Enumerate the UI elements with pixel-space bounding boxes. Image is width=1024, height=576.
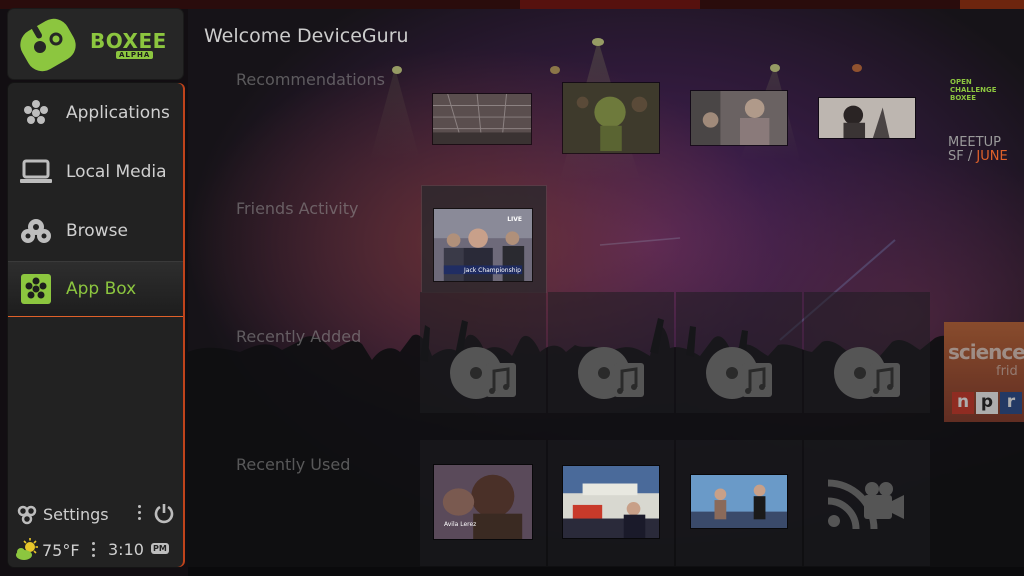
- meetup-line2: SF / JUNE: [948, 150, 1008, 164]
- music-file-icon[interactable]: [704, 345, 776, 401]
- sidebar-item-label: App Box: [66, 279, 137, 299]
- promo-logo-line: BOXEE: [950, 94, 976, 102]
- recently-used-thumbnail[interactable]: [562, 465, 660, 539]
- separator-dots: [138, 505, 142, 523]
- recommendation-thumbnail[interactable]: [562, 82, 660, 154]
- power-icon[interactable]: [153, 502, 175, 524]
- applications-icon: [18, 95, 54, 131]
- sidebar-item-applications[interactable]: Applications: [8, 85, 183, 141]
- meetup-line2-prefix: SF /: [948, 149, 977, 164]
- section-title-recently-added: Recently Added: [236, 327, 362, 346]
- sidebar-item-local-media[interactable]: Local Media: [8, 144, 183, 200]
- section-title-friends-activity: Friends Activity: [236, 199, 359, 218]
- recently-used-thumbnail[interactable]: Avila Lerez: [433, 464, 533, 540]
- promo-logo-line: CHALLENGE: [950, 86, 997, 94]
- page-title: Welcome DeviceGuru: [204, 25, 409, 47]
- clock: 3:10: [108, 540, 144, 559]
- meetup-line2-highlight: JUNE: [976, 149, 1008, 164]
- promo-logo-line: OPEN: [950, 78, 972, 86]
- sidebar-item-app-box[interactable]: App Box: [8, 261, 183, 317]
- brand-edition: ALPHA: [116, 51, 154, 59]
- ampm-badge: PM: [151, 543, 169, 554]
- npr-tile-dim: [944, 322, 1024, 422]
- separator-dots: [92, 542, 96, 560]
- sidebar-item-label: Local Media: [66, 162, 167, 182]
- music-file-icon[interactable]: [832, 345, 904, 401]
- sidebar-item-label: Applications: [66, 103, 170, 123]
- recommendation-thumbnail[interactable]: [690, 90, 788, 146]
- music-file-icon[interactable]: [448, 345, 520, 401]
- meetup-promo[interactable]: MEETUP SF / JUNE: [948, 136, 1008, 164]
- recommendation-thumbnail[interactable]: [818, 97, 916, 139]
- settings-label: Settings: [43, 504, 109, 524]
- music-file-icon[interactable]: [576, 345, 648, 401]
- friends-activity-thumbnail[interactable]: LIVE Jack Championship: [433, 208, 533, 282]
- settings-icon: [17, 505, 37, 525]
- browse-icon: [18, 213, 54, 249]
- laptop-icon: [18, 154, 54, 190]
- section-title-recommendations: Recommendations: [236, 70, 385, 89]
- video-caption: Jack Championship: [464, 267, 521, 274]
- partly-sunny-icon: [16, 538, 38, 560]
- brand-name: BOXEE: [90, 29, 167, 53]
- live-badge: LIVE: [507, 216, 522, 223]
- temperature: 75°F: [42, 540, 80, 560]
- sidebar-item-label: Browse: [66, 221, 128, 241]
- boxee-logo-icon: [20, 18, 76, 72]
- app-box-icon: [18, 271, 54, 307]
- boxee-logo[interactable]: BOXEE ALPHA: [8, 9, 183, 79]
- video-feed-icon[interactable]: [826, 471, 906, 531]
- boxee-challenge-logo[interactable]: OPEN CHALLENGE BOXEE: [950, 78, 997, 102]
- sidebar-menu: Applications Local Media Browse App Box: [8, 83, 183, 567]
- meetup-line1: MEETUP: [948, 135, 1001, 150]
- section-title-recently-used: Recently Used: [236, 455, 351, 474]
- sidebar-item-browse[interactable]: Browse: [8, 203, 183, 259]
- recently-used-thumbnail[interactable]: [690, 474, 788, 529]
- recommendation-thumbnail[interactable]: [432, 93, 532, 145]
- video-caption: Avila Lerez: [444, 521, 477, 528]
